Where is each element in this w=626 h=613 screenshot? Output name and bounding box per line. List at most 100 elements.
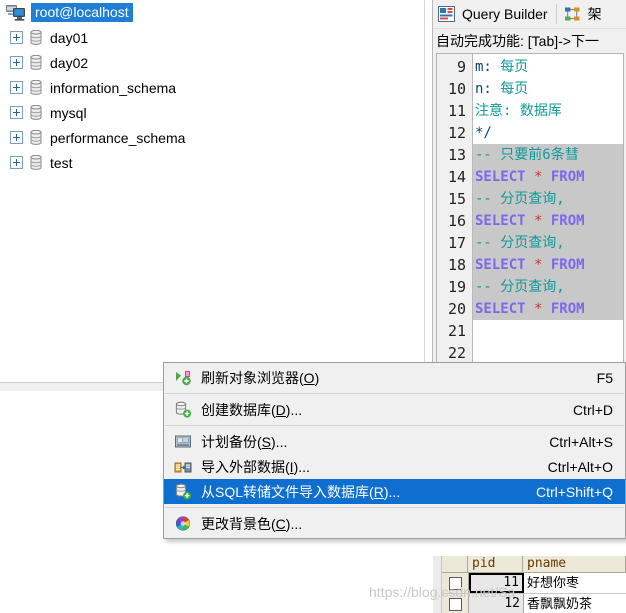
tab-schema[interactable]: 架 (559, 1, 608, 27)
code-token: * (534, 213, 551, 229)
line-number: 15 (447, 190, 466, 208)
row-select-checkbox[interactable] (442, 573, 469, 593)
menu-label-pre: 计划备份( (201, 433, 262, 450)
create-database-icon (175, 401, 192, 418)
result-grid-row[interactable]: 12 香飘飘奶茶 (442, 594, 626, 613)
column-header-pname[interactable]: pname (523, 556, 626, 572)
code-token: * (534, 301, 551, 317)
menu-label-pre: 从SQL转储文件导入数据库( (201, 483, 374, 500)
expand-toggle[interactable] (10, 106, 23, 119)
tree-node-root[interactable]: root@localhost (0, 0, 424, 25)
result-grid[interactable]: pid pname 11 好想你枣 12 香飘飘奶茶 (433, 556, 626, 613)
line-number: 9 (456, 58, 466, 76)
tree-children: day01 day02 information_schemamysql perform… (0, 25, 424, 175)
tree-node-label: mysql (50, 104, 87, 121)
expand-toggle[interactable] (10, 131, 23, 144)
tree-node-day01[interactable]: day01 (0, 25, 424, 50)
menu-item-color-wheel[interactable]: 更改背景色(C)... (164, 511, 625, 536)
result-grid-scrollbar[interactable] (433, 556, 442, 613)
code-content[interactable]: m: 每页 n: 每页 注意: 数据厍 */ -- 只要前6条彗 SELECT * F… (473, 54, 623, 374)
cell-pname[interactable]: 香飘飘奶茶 (524, 594, 626, 613)
menu-item-label: 创建数据库(D)... (201, 400, 573, 420)
panel-splitter[interactable] (424, 0, 433, 396)
code-line[interactable]: -- 分页查询, (473, 188, 623, 210)
code-editor[interactable]: 9 10 11 12 13 14 15 16 17 18 19 20 21 22 m: 每页 n: 每页 … (436, 53, 624, 375)
tree-node-test[interactable]: test (0, 150, 424, 175)
code-line[interactable]: 注意: 数据厍 (473, 100, 623, 122)
tree-node-day02[interactable]: day02 (0, 50, 424, 75)
menu-label-pre: 更改背景色( (201, 515, 276, 532)
menu-label-pre: 导入外部数据( (201, 458, 290, 475)
expand-toggle[interactable] (10, 156, 23, 169)
schema-icon (564, 7, 580, 21)
menu-item-create-database[interactable]: 创建数据库(D)... Ctrl+D (164, 397, 625, 422)
code-token: * (534, 257, 551, 273)
tree-node-information_schema[interactable]: information_schema (0, 75, 424, 100)
code-line[interactable]: -- 分页查询, (473, 232, 623, 254)
row-select-checkbox[interactable] (442, 594, 469, 613)
code-line[interactable]: m: 每页 (473, 56, 623, 78)
backup-icon (175, 435, 191, 448)
cell-pid[interactable]: 12 (469, 594, 524, 613)
code-token: n: (475, 81, 501, 97)
tab-query-builder[interactable]: Query Builder (433, 1, 554, 27)
code-token: 每页 (500, 59, 529, 75)
menu-item-shortcut: Ctrl+D (572, 401, 613, 418)
code-token: FROM (550, 257, 585, 273)
menu-separator (165, 507, 624, 508)
expand-toggle[interactable] (10, 56, 23, 69)
sql-editor-panel: Query Builder 架 自动完成功能: [Tab]->下一 9 10 11 1… (433, 0, 626, 382)
code-line[interactable] (473, 320, 623, 342)
code-line[interactable]: -- 分页查询, (473, 276, 623, 298)
menu-item-shortcut: Ctrl+Alt+S (549, 433, 613, 450)
menu-mnemonic: S (261, 433, 272, 450)
object-browser-tree[interactable]: root@localhost day01 day02 information_sch… (0, 0, 424, 396)
code-line[interactable]: SELECT * FROM (473, 210, 623, 232)
query-builder-icon (438, 6, 455, 22)
menu-label-post: )... (285, 515, 303, 532)
code-line[interactable]: SELECT * FROM (473, 166, 623, 188)
code-token: * (534, 169, 551, 185)
code-token: SELECT (475, 257, 535, 273)
menu-item-backup[interactable]: 计划备份(S)... Ctrl+Alt+S (164, 429, 625, 454)
line-number: 22 (447, 344, 466, 362)
cell-pname[interactable]: 好想你枣 (524, 573, 626, 593)
code-token: FROM (550, 213, 585, 229)
row-selector-header (442, 556, 468, 572)
result-grid-row[interactable]: 11 好想你枣 (442, 573, 626, 594)
code-line[interactable] (473, 342, 623, 364)
editor-tab-strip[interactable]: Query Builder 架 (433, 0, 626, 29)
menu-mnemonic: D (275, 401, 286, 418)
line-number: 20 (447, 300, 466, 318)
line-number: 12 (447, 124, 466, 142)
menu-item-label: 从SQL转储文件导入数据库(R)... (201, 482, 536, 502)
menu-label-pre: 创建数据库( (201, 401, 276, 418)
expand-toggle[interactable] (10, 81, 23, 94)
expand-toggle[interactable] (10, 31, 23, 44)
code-line[interactable]: SELECT * FROM (473, 254, 623, 276)
menu-separator (165, 393, 624, 394)
menu-item-shortcut: Ctrl+Alt+O (547, 458, 613, 475)
column-header-pid[interactable]: pid (468, 556, 523, 572)
database-icon (30, 55, 42, 70)
menu-mnemonic: O (303, 369, 315, 386)
code-token: FROM (550, 169, 585, 185)
code-line[interactable]: */ (473, 122, 623, 144)
menu-item-import-sql[interactable]: 从SQL转储文件导入数据库(R)... Ctrl+Shift+Q (164, 479, 625, 504)
tree-node-mysql[interactable]: mysql (0, 100, 424, 125)
result-grid-header: pid pname (442, 556, 626, 573)
cell-pid[interactable]: 11 (469, 573, 524, 593)
menu-label-pre: 刷新对象浏览器( (201, 369, 304, 386)
code-line[interactable]: n: 每页 (473, 78, 623, 100)
code-line[interactable]: -- 只要前6条彗 (473, 144, 623, 166)
menu-mnemonic: C (275, 515, 286, 532)
line-number: 14 (447, 168, 466, 186)
menu-item-refresh[interactable]: 刷新对象浏览器(O) F5 (164, 365, 625, 390)
line-number: 19 (447, 278, 466, 296)
import-data-icon (174, 462, 192, 473)
database-icon (30, 105, 42, 120)
menu-item-import-data[interactable]: 导入外部数据(I)... Ctrl+Alt+O (164, 454, 625, 479)
tree-node-performance_schema[interactable]: performance_schema (0, 125, 424, 150)
code-line[interactable]: SELECT * FROM (473, 298, 623, 320)
context-menu[interactable]: 刷新对象浏览器(O) F5 创建数据库(D)... Ctrl+D 计划备份(S)... C… (163, 362, 626, 539)
